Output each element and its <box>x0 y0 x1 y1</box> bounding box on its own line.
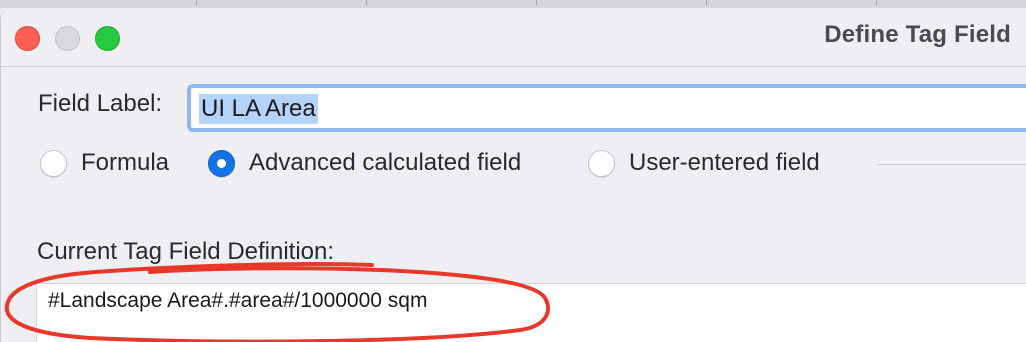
background-tick <box>706 0 707 6</box>
definition-text-area[interactable]: #Landscape Area#.#area#/1000000 sqm <box>36 283 1026 342</box>
radio-formula-circle[interactable] <box>40 150 67 177</box>
field-label-input-value: UI LA Area <box>199 94 318 124</box>
radio-formula-label: Formula <box>81 149 170 176</box>
background-tick <box>876 0 877 6</box>
field-type-radio-group: Formula Advanced calculated field User-e… <box>0 144 1026 188</box>
minimize-window-button[interactable] <box>55 26 80 51</box>
definition-text: #Landscape Area#.#area#/1000000 sqm <box>48 289 428 312</box>
radio-row-divider <box>877 164 1026 165</box>
close-window-button[interactable] <box>15 26 40 51</box>
radio-formula[interactable]: Formula <box>40 144 190 184</box>
background-tick <box>196 0 197 6</box>
radio-user-entered-field[interactable]: User-entered field <box>588 144 858 184</box>
field-label-caption: Field Label: <box>38 90 163 117</box>
radio-user-entered-field-circle[interactable] <box>588 150 615 177</box>
screen: Define Tag Field Field Label: UI LA Area… <box>0 0 1026 342</box>
field-label-input[interactable]: UI LA Area <box>191 88 1026 128</box>
radio-advanced-calculated-field-label: Advanced calculated field <box>249 149 522 176</box>
radio-advanced-calculated-field-circle[interactable] <box>208 150 235 177</box>
background-window-strip <box>0 0 1026 8</box>
radio-user-entered-field-label: User-entered field <box>629 149 820 176</box>
background-tick <box>536 0 537 6</box>
field-label-input-focus-ring: UI LA Area <box>187 84 1026 132</box>
window-title: Define Tag Field <box>824 21 1011 48</box>
background-tick <box>366 0 367 6</box>
radio-advanced-calculated-field[interactable]: Advanced calculated field <box>208 144 568 184</box>
zoom-window-button[interactable] <box>95 26 120 51</box>
definition-caption: Current Tag Field Definition: <box>37 238 335 265</box>
title-bar: Define Tag Field <box>1 8 1026 67</box>
